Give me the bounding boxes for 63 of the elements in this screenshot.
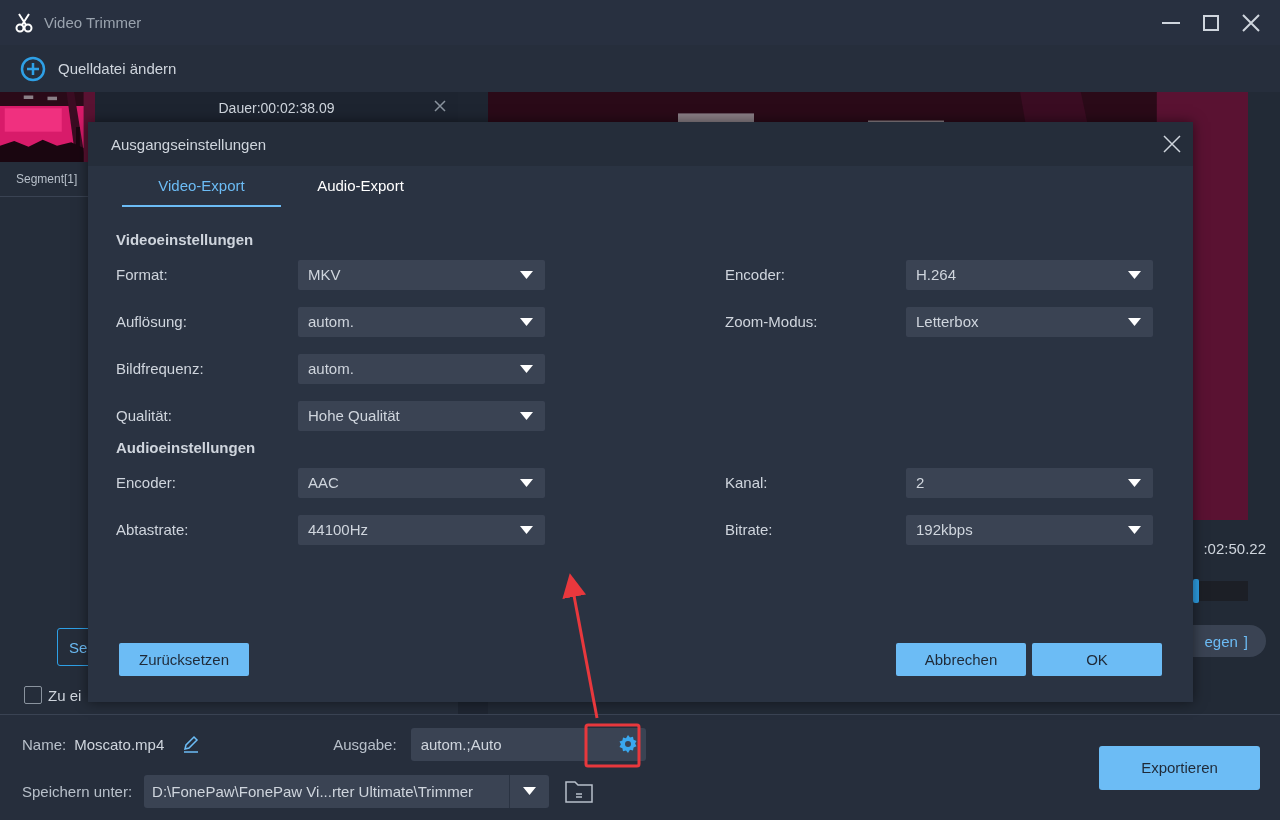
save-path-field[interactable]: D:\FonePaw\FonePaw Vi...rter Ultimate\Trimmer [144,774,550,808]
setting-dropdown[interactable]: 44100Hz [298,514,545,545]
output-field[interactable]: autom.;Auto [410,727,646,761]
dropdown-arrow-icon [1128,270,1141,279]
add-icon[interactable] [20,55,46,82]
tab[interactable]: Video-Export [122,166,281,207]
change-source-link[interactable]: Quelldatei ändern [58,60,177,77]
dropdown-arrow-icon [1128,525,1141,534]
folder-icon[interactable] [565,779,594,803]
setting-label: Abtastrate: [116,521,190,538]
setting-label: Encoder: [725,266,787,283]
setting-dropdown[interactable]: H.264 [906,259,1153,290]
setting-label: Auflösung: [116,313,188,330]
setting-dropdown[interactable]: MKV [298,259,545,290]
window-title: Video Trimmer [44,14,143,31]
merge-checkbox[interactable] [24,686,42,704]
cancel-button[interactable]: Abbrechen [896,643,1026,676]
setting-dropdown[interactable]: Hohe Qualität [298,400,545,431]
section-heading: Audioeinstellungen [116,439,257,458]
setting-label: Kanal: [725,474,769,491]
ok-button[interactable]: OK [1032,643,1162,676]
dropdown-arrow-icon [520,478,533,487]
setting-label: Zoom-Modus: [725,313,819,330]
section-heading: Videoeinstellungen [116,231,255,250]
setting-dropdown[interactable]: Letterbox [906,306,1153,337]
dropdown-arrow-icon [520,411,533,420]
setting-dropdown[interactable]: AAC [298,467,545,498]
close-icon[interactable] [1163,135,1181,153]
setting-dropdown[interactable]: 192kbps [906,514,1153,545]
reset-button[interactable]: Zurücksetzen [119,643,249,676]
setting-label: Bildfrequenz: [116,360,205,377]
merge-label: Zu ei [48,686,82,704]
dropdown-arrow-icon [1128,478,1141,487]
tab[interactable]: Audio-Export [281,166,440,207]
close-icon[interactable] [1242,13,1260,32]
dropdown-arrow-icon [520,270,533,279]
setting-label: Encoder: [116,474,178,491]
maximize-icon[interactable] [1203,14,1219,31]
end-time: :02:50.22 [1203,540,1266,557]
close-icon[interactable] [434,100,446,112]
save-location-label: Speichern unter: [22,782,133,800]
setting-label: Qualität: [116,407,173,424]
output-label: Ausgabe: [333,735,397,753]
dropdown-arrow-icon [523,787,537,795]
dropdown-arrow-icon [520,364,533,373]
highlight-frame [584,723,641,768]
setting-label: Bitrate: [725,521,774,538]
setting-dropdown[interactable]: 2 [906,467,1153,498]
edit-icon[interactable] [182,735,201,753]
scissors-icon [14,12,34,33]
settings-icon[interactable] [617,734,638,754]
setting-dropdown[interactable]: autom. [298,353,545,384]
dropdown-arrow-icon [520,525,533,534]
setting-dropdown[interactable]: autom. [298,306,545,337]
minimize-icon[interactable] [1162,21,1180,24]
dropdown-arrow-icon [520,317,533,326]
name-label: Name: [22,735,67,753]
dropdown-arrow-icon [1128,317,1141,326]
setting-label: Format: [116,266,169,283]
file-name: Moscato.mp4 [74,735,165,753]
trim-handle[interactable] [1193,579,1199,603]
dialog-title: Ausgangseinstellungen [111,135,267,153]
export-button[interactable]: Exportieren [1099,745,1260,790]
